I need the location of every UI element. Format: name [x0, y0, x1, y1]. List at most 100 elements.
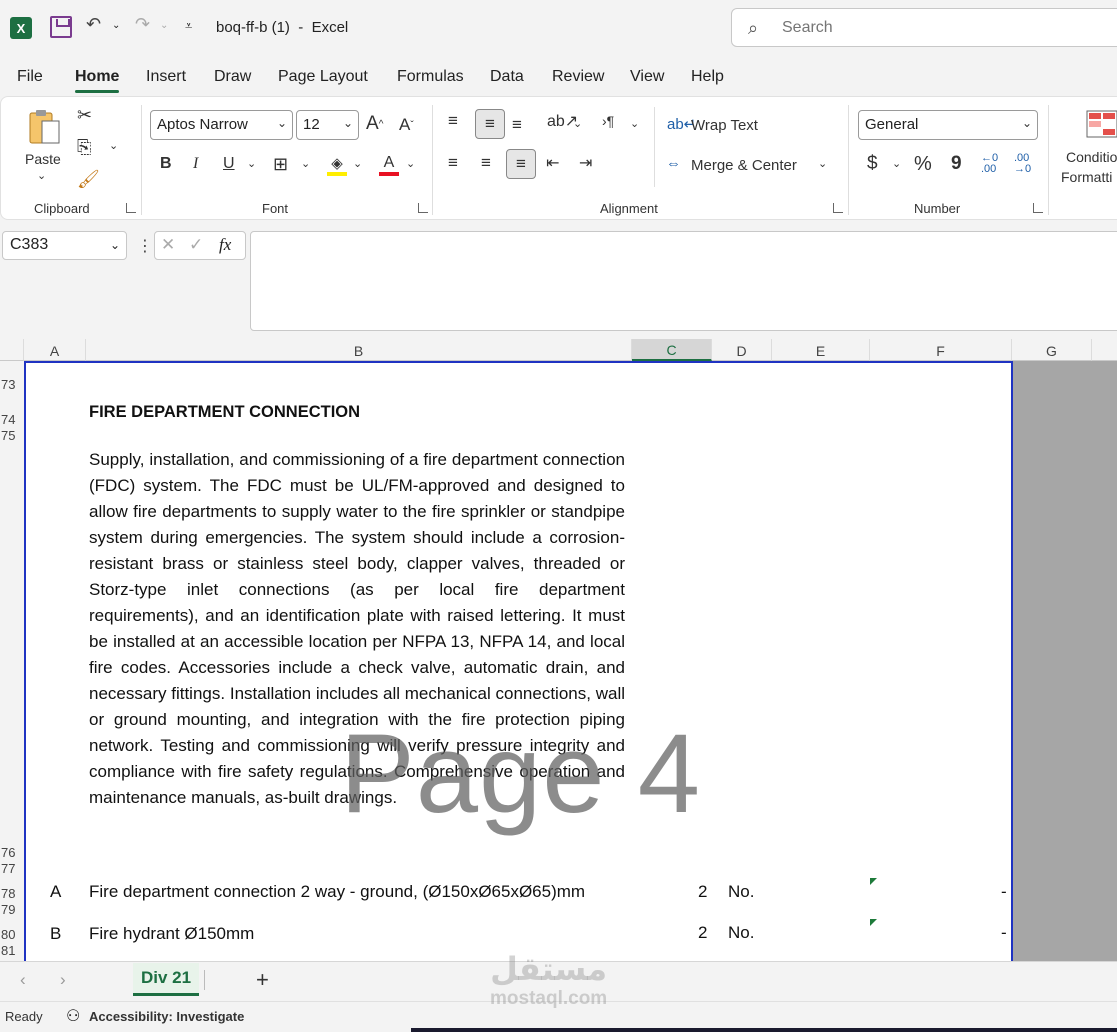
- text-direction-dropdown-icon[interactable]: ⌄: [630, 117, 639, 130]
- copy-dropdown-icon[interactable]: ⌄: [109, 139, 118, 152]
- font-name-select[interactable]: Aptos Narrow ⌄: [150, 110, 293, 140]
- font-size-select[interactable]: 12 ⌄: [296, 110, 359, 140]
- cancel-icon[interactable]: ✕: [161, 235, 175, 255]
- scroll-left-icon[interactable]: ‹: [20, 970, 26, 990]
- item-letter-cell[interactable]: B: [50, 924, 61, 944]
- error-indicator-icon[interactable]: [870, 919, 877, 926]
- search-input[interactable]: [782, 17, 1082, 39]
- row-header-75[interactable]: 75: [0, 428, 24, 443]
- increase-decimal-icon[interactable]: ←0.00: [981, 153, 998, 175]
- align-left-icon[interactable]: ≡: [448, 153, 458, 173]
- alignment-dialog-launcher-icon[interactable]: [833, 203, 843, 213]
- fill-color-dropdown-icon[interactable]: ⌄: [353, 157, 362, 170]
- merge-center-dropdown-icon[interactable]: ⌄: [818, 157, 827, 170]
- increase-font-size-icon[interactable]: A ^: [366, 113, 383, 135]
- paste-dropdown-icon[interactable]: ⌄: [37, 169, 46, 182]
- wrap-text-button[interactable]: Wrap Text: [691, 117, 758, 134]
- row-header-78[interactable]: 78: [0, 886, 24, 901]
- row-header-79[interactable]: 79: [0, 902, 24, 917]
- name-box[interactable]: C383 ⌄: [2, 231, 127, 260]
- tab-page-layout[interactable]: Page Layout: [278, 68, 368, 86]
- tab-help[interactable]: Help: [691, 68, 724, 86]
- item-amount-cell[interactable]: -: [1001, 923, 1007, 943]
- conditional-formatting-label-2[interactable]: Formatti: [1061, 169, 1112, 185]
- row-header-74[interactable]: 74: [0, 412, 24, 427]
- italic-button[interactable]: I: [193, 155, 198, 173]
- underline-button[interactable]: U: [223, 155, 235, 173]
- currency-dropdown-icon[interactable]: ⌄: [892, 157, 901, 170]
- percent-button[interactable]: %: [914, 153, 932, 176]
- currency-button[interactable]: $: [867, 153, 878, 175]
- align-middle-icon[interactable]: ≡: [475, 109, 505, 139]
- select-all-corner[interactable]: [0, 339, 24, 361]
- column-header-g[interactable]: G: [1012, 339, 1092, 361]
- font-color-dropdown-icon[interactable]: ⌄: [406, 157, 415, 170]
- scroll-right-icon[interactable]: ›: [60, 970, 66, 990]
- font-dialog-launcher-icon[interactable]: [418, 203, 428, 213]
- description-cell[interactable]: Supply, installation, and commissioning …: [89, 447, 625, 811]
- text-direction-icon[interactable]: ›¶: [602, 113, 614, 129]
- cut-icon[interactable]: ✂: [77, 105, 92, 126]
- item-letter-cell[interactable]: A: [50, 882, 61, 902]
- merge-center-button[interactable]: Merge & Center: [691, 157, 797, 174]
- paste-label[interactable]: Paste: [25, 151, 61, 167]
- borders-icon[interactable]: ⊞: [273, 154, 288, 175]
- item-amount-cell[interactable]: -: [1001, 882, 1007, 902]
- more-options-icon[interactable]: ⋮: [137, 236, 153, 256]
- align-center-icon[interactable]: ≡: [481, 153, 491, 173]
- bold-button[interactable]: B: [160, 155, 172, 173]
- decrease-indent-icon[interactable]: ⇤: [546, 153, 559, 173]
- tab-review[interactable]: Review: [552, 68, 604, 86]
- row-header-76[interactable]: 76: [0, 845, 24, 860]
- fill-color-icon[interactable]: ◈: [327, 152, 347, 178]
- decrease-decimal-icon[interactable]: .00 →0: [1014, 153, 1031, 175]
- error-indicator-icon[interactable]: [870, 878, 877, 885]
- row-header-73[interactable]: 73: [0, 377, 24, 392]
- borders-dropdown-icon[interactable]: ⌄: [301, 157, 310, 170]
- increase-indent-icon[interactable]: ⇥: [579, 153, 592, 173]
- accessibility-status[interactable]: Accessibility: Investigate: [89, 1009, 244, 1024]
- underline-dropdown-icon[interactable]: ⌄: [247, 157, 256, 170]
- number-dialog-launcher-icon[interactable]: [1033, 203, 1043, 213]
- row-header-80[interactable]: 80: [0, 927, 24, 942]
- add-sheet-button[interactable]: +: [256, 967, 269, 993]
- save-icon[interactable]: [50, 16, 72, 38]
- align-bottom-icon[interactable]: ≡: [512, 115, 522, 135]
- tab-home[interactable]: Home: [75, 68, 120, 93]
- merge-center-icon[interactable]: ⇔: [666, 155, 681, 172]
- tab-data[interactable]: Data: [490, 68, 524, 86]
- undo-icon[interactable]: ↶: [86, 14, 101, 35]
- tab-formulas[interactable]: Formulas: [397, 68, 464, 86]
- format-painter-icon[interactable]: 🖌: [77, 169, 100, 190]
- item-description-cell[interactable]: Fire hydrant Ø150mm: [89, 924, 254, 944]
- column-header-b[interactable]: B: [86, 339, 632, 361]
- tab-view[interactable]: View: [630, 68, 664, 86]
- formula-input[interactable]: [250, 231, 1117, 331]
- align-top-icon[interactable]: ≡: [448, 111, 458, 131]
- accessibility-icon[interactable]: ⚇: [66, 1006, 80, 1026]
- align-right-icon[interactable]: ≡: [506, 149, 536, 179]
- column-header-e[interactable]: E: [772, 339, 870, 361]
- item-description-cell[interactable]: Fire department connection 2 way - groun…: [89, 882, 585, 902]
- item-qty-cell[interactable]: 2: [698, 923, 707, 943]
- item-unit-cell[interactable]: No.: [728, 882, 754, 902]
- column-header-a[interactable]: A: [24, 339, 86, 361]
- sheet-tab-div-21[interactable]: Div 21: [133, 963, 199, 996]
- decrease-font-size-icon[interactable]: Aˇ: [399, 115, 414, 135]
- enter-icon[interactable]: ✓: [189, 235, 203, 255]
- item-unit-cell[interactable]: No.: [728, 923, 754, 943]
- number-format-select[interactable]: General ⌄: [858, 110, 1038, 140]
- customize-toolbar-icon[interactable]: ⩡: [185, 18, 192, 34]
- row-header-81[interactable]: 81: [0, 943, 24, 958]
- insert-function-icon[interactable]: fx: [219, 235, 231, 255]
- copy-icon[interactable]: ⎘: [77, 137, 91, 158]
- section-title-cell[interactable]: FIRE DEPARTMENT CONNECTION: [89, 403, 360, 422]
- comma-style-button[interactable]: 9: [951, 153, 962, 175]
- tab-file[interactable]: File: [17, 68, 43, 86]
- redo-icon[interactable]: ↷: [135, 14, 150, 35]
- undo-dropdown-icon[interactable]: ⌄: [112, 20, 120, 31]
- search-box[interactable]: ⌕: [731, 8, 1117, 47]
- orientation-dropdown-icon[interactable]: ⌄: [573, 117, 582, 130]
- font-color-icon[interactable]: A: [379, 152, 399, 178]
- column-header-d[interactable]: D: [712, 339, 772, 361]
